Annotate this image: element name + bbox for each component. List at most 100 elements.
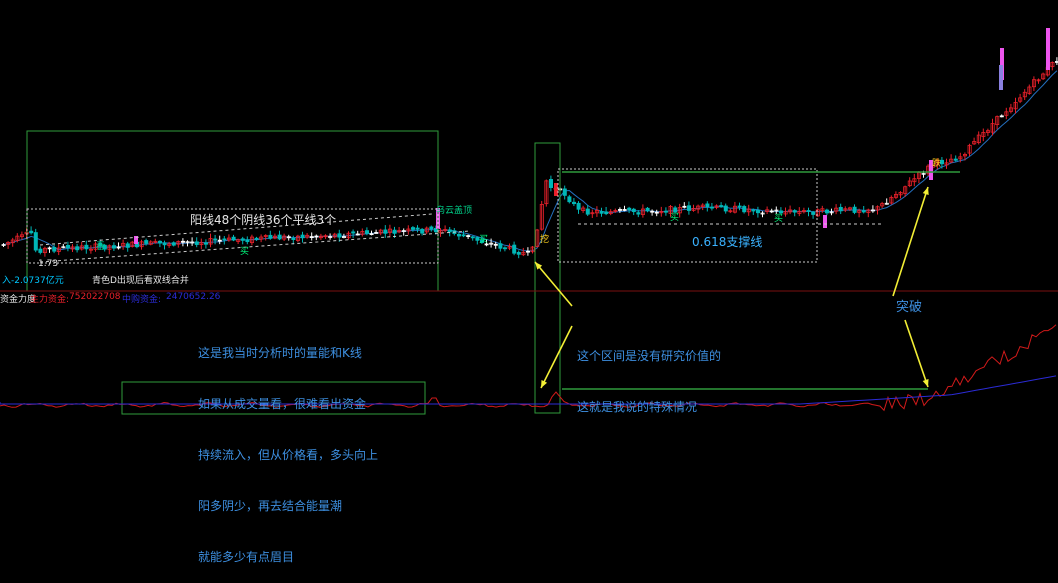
candle xyxy=(272,233,277,240)
candle xyxy=(820,205,825,213)
candle xyxy=(1004,107,1009,120)
candle xyxy=(378,228,383,236)
candle-body xyxy=(374,232,379,234)
candle xyxy=(203,239,208,249)
candle xyxy=(995,115,1000,130)
candle-body xyxy=(291,237,296,240)
candle-body xyxy=(861,210,866,213)
candle-body xyxy=(636,212,641,215)
candle xyxy=(29,226,34,235)
candle xyxy=(898,191,903,199)
candle-body xyxy=(254,237,259,240)
candle xyxy=(171,241,176,247)
candle xyxy=(829,208,834,216)
candle-body xyxy=(203,242,208,245)
signal-short-left: 吞 xyxy=(96,242,106,252)
candle-body xyxy=(268,234,273,239)
candle xyxy=(190,237,195,246)
candle-body xyxy=(171,242,176,246)
candle-body xyxy=(369,233,374,236)
candle xyxy=(10,237,15,247)
candle xyxy=(516,250,521,259)
candle xyxy=(691,204,696,212)
candle-body xyxy=(309,236,314,238)
candle-body xyxy=(622,209,627,211)
candle xyxy=(397,227,402,234)
indicator-retail-value: 2470652.26 xyxy=(166,292,221,302)
candle-body xyxy=(576,202,581,210)
candle xyxy=(949,154,954,164)
candle xyxy=(498,240,503,252)
candle xyxy=(889,195,894,205)
highlight-candle xyxy=(999,65,1003,90)
left-note-line-3: 持续流入，但从价格看，多头向上 xyxy=(198,448,379,462)
candle-body xyxy=(392,229,397,234)
left-annotation: 这是我当时分析时的量能和K线 如果从成交量看，很难看出资金 持续流入，但从价格看… xyxy=(198,311,378,583)
candle xyxy=(415,225,420,233)
candle xyxy=(645,207,650,213)
candle-body xyxy=(705,203,710,208)
candle-body xyxy=(240,238,245,241)
candle-body xyxy=(410,227,415,230)
candle xyxy=(6,241,11,249)
candle xyxy=(880,201,885,209)
candle-body xyxy=(742,206,747,213)
candle-body xyxy=(682,205,687,208)
candle xyxy=(84,240,89,254)
candle xyxy=(360,228,365,237)
candle xyxy=(756,206,761,218)
candle xyxy=(972,137,977,145)
candle xyxy=(89,245,94,254)
candle-body xyxy=(852,206,857,213)
candle xyxy=(710,202,715,211)
candle xyxy=(213,234,218,245)
candle xyxy=(861,206,866,214)
candle-body xyxy=(52,247,57,252)
candle-body xyxy=(351,231,356,234)
candle xyxy=(43,246,48,257)
candle-body xyxy=(420,228,425,234)
candle-body xyxy=(447,229,452,233)
candle xyxy=(838,203,843,215)
candle xyxy=(231,234,236,242)
candle xyxy=(443,225,448,233)
candle xyxy=(654,209,659,217)
candle-body xyxy=(526,250,531,253)
candle-body xyxy=(498,243,503,249)
candle xyxy=(387,224,392,238)
candle-body xyxy=(180,240,185,243)
candle xyxy=(456,232,461,240)
left-note-line-5: 就能多少有点眉目 xyxy=(198,550,295,564)
kline-chart xyxy=(0,28,1058,415)
candle xyxy=(295,234,300,243)
candle xyxy=(700,203,705,211)
candle xyxy=(650,209,655,216)
candle-body xyxy=(470,236,475,239)
candle xyxy=(429,225,434,232)
candle xyxy=(130,240,135,248)
candle xyxy=(843,206,848,213)
candle-body xyxy=(112,245,117,249)
candle xyxy=(79,241,84,251)
arrow-to-indicator xyxy=(540,325,573,389)
candle xyxy=(75,243,80,253)
candle xyxy=(254,236,259,241)
candle xyxy=(999,114,1004,118)
candle xyxy=(760,211,765,218)
candle-body xyxy=(38,248,43,253)
signal-buy-4: 买 xyxy=(774,214,784,224)
candle xyxy=(383,225,388,238)
left-flow-text: 入-2.0737亿元 xyxy=(2,276,64,286)
candle xyxy=(797,207,802,217)
candle xyxy=(1022,89,1027,100)
candle-body xyxy=(723,205,728,212)
candle-body xyxy=(769,210,774,213)
moving-average-layer xyxy=(3,70,1058,252)
candle-body xyxy=(456,234,461,237)
candle xyxy=(112,242,117,251)
candle-body xyxy=(277,234,282,240)
candle xyxy=(599,207,604,217)
signal-buy-1: 买 xyxy=(240,247,250,257)
candle xyxy=(907,177,912,188)
candle xyxy=(976,131,981,145)
